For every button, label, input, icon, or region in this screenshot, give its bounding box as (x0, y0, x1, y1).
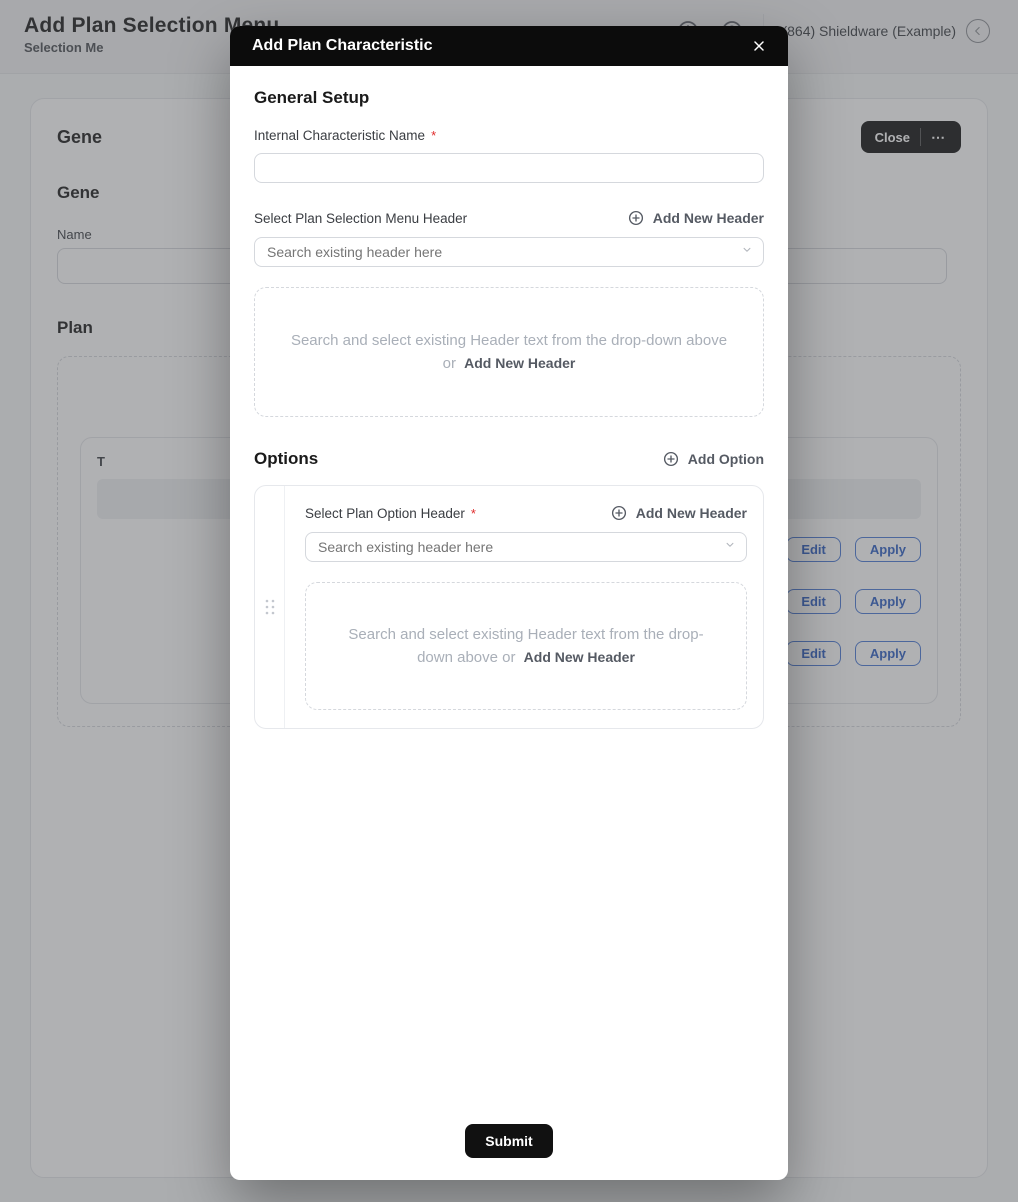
submit-button[interactable]: Submit (465, 1124, 552, 1158)
header-search-input[interactable] (254, 237, 764, 267)
option-label-row: Select Plan Option Header * Add New Head… (305, 504, 747, 522)
close-icon[interactable] (748, 35, 770, 57)
header-empty-link[interactable]: Add New Header (464, 355, 575, 371)
add-option-link[interactable]: Add Option (662, 450, 764, 468)
modal-header: Add Plan Characteristic (230, 26, 788, 66)
required-asterisk: * (431, 128, 436, 143)
internal-name-label: Internal Characteristic Name * (254, 128, 764, 143)
option-add-header-label: Add New Header (636, 505, 747, 521)
header-select[interactable] (254, 237, 764, 267)
drag-handle-icon[interactable] (255, 486, 285, 728)
option-card: Select Plan Option Header * Add New Head… (254, 485, 764, 729)
plus-circle-icon (662, 450, 680, 468)
option-search-input[interactable] (305, 532, 747, 562)
option-add-header-link[interactable]: Add New Header (610, 504, 747, 522)
select-header-label: Select Plan Selection Menu Header (254, 211, 467, 226)
internal-name-input[interactable] (254, 153, 764, 183)
plus-circle-icon (627, 209, 645, 227)
options-heading: Options (254, 449, 318, 469)
option-empty-link[interactable]: Add New Header (524, 649, 635, 665)
internal-name-label-text: Internal Characteristic Name (254, 128, 425, 143)
modal-overlay[interactable]: Add Plan Characteristic General Setup In… (0, 0, 1018, 1202)
general-setup-heading: General Setup (254, 88, 764, 108)
modal-footer: Submit (230, 1102, 788, 1180)
option-empty-state: Search and select existing Header text f… (305, 582, 747, 710)
chevron-down-icon (723, 538, 737, 557)
add-option-label: Add Option (688, 451, 764, 467)
header-empty-state: Search and select existing Header text f… (254, 287, 764, 417)
options-head: Options Add Option (254, 449, 764, 469)
modal-body: General Setup Internal Characteristic Na… (230, 66, 788, 1102)
header-label-row: Select Plan Selection Menu Header Add Ne… (254, 209, 764, 227)
add-new-header-link[interactable]: Add New Header (627, 209, 764, 227)
option-body: Select Plan Option Header * Add New Head… (285, 486, 763, 728)
required-asterisk: * (471, 506, 476, 521)
add-new-header-label: Add New Header (653, 210, 764, 226)
option-select-label: Select Plan Option Header * (305, 506, 476, 521)
chevron-down-icon (740, 243, 754, 262)
option-select-label-text: Select Plan Option Header (305, 506, 465, 521)
modal-title: Add Plan Characteristic (252, 37, 433, 55)
plus-circle-icon (610, 504, 628, 522)
modal: Add Plan Characteristic General Setup In… (230, 26, 788, 1180)
option-header-select[interactable] (305, 532, 747, 562)
